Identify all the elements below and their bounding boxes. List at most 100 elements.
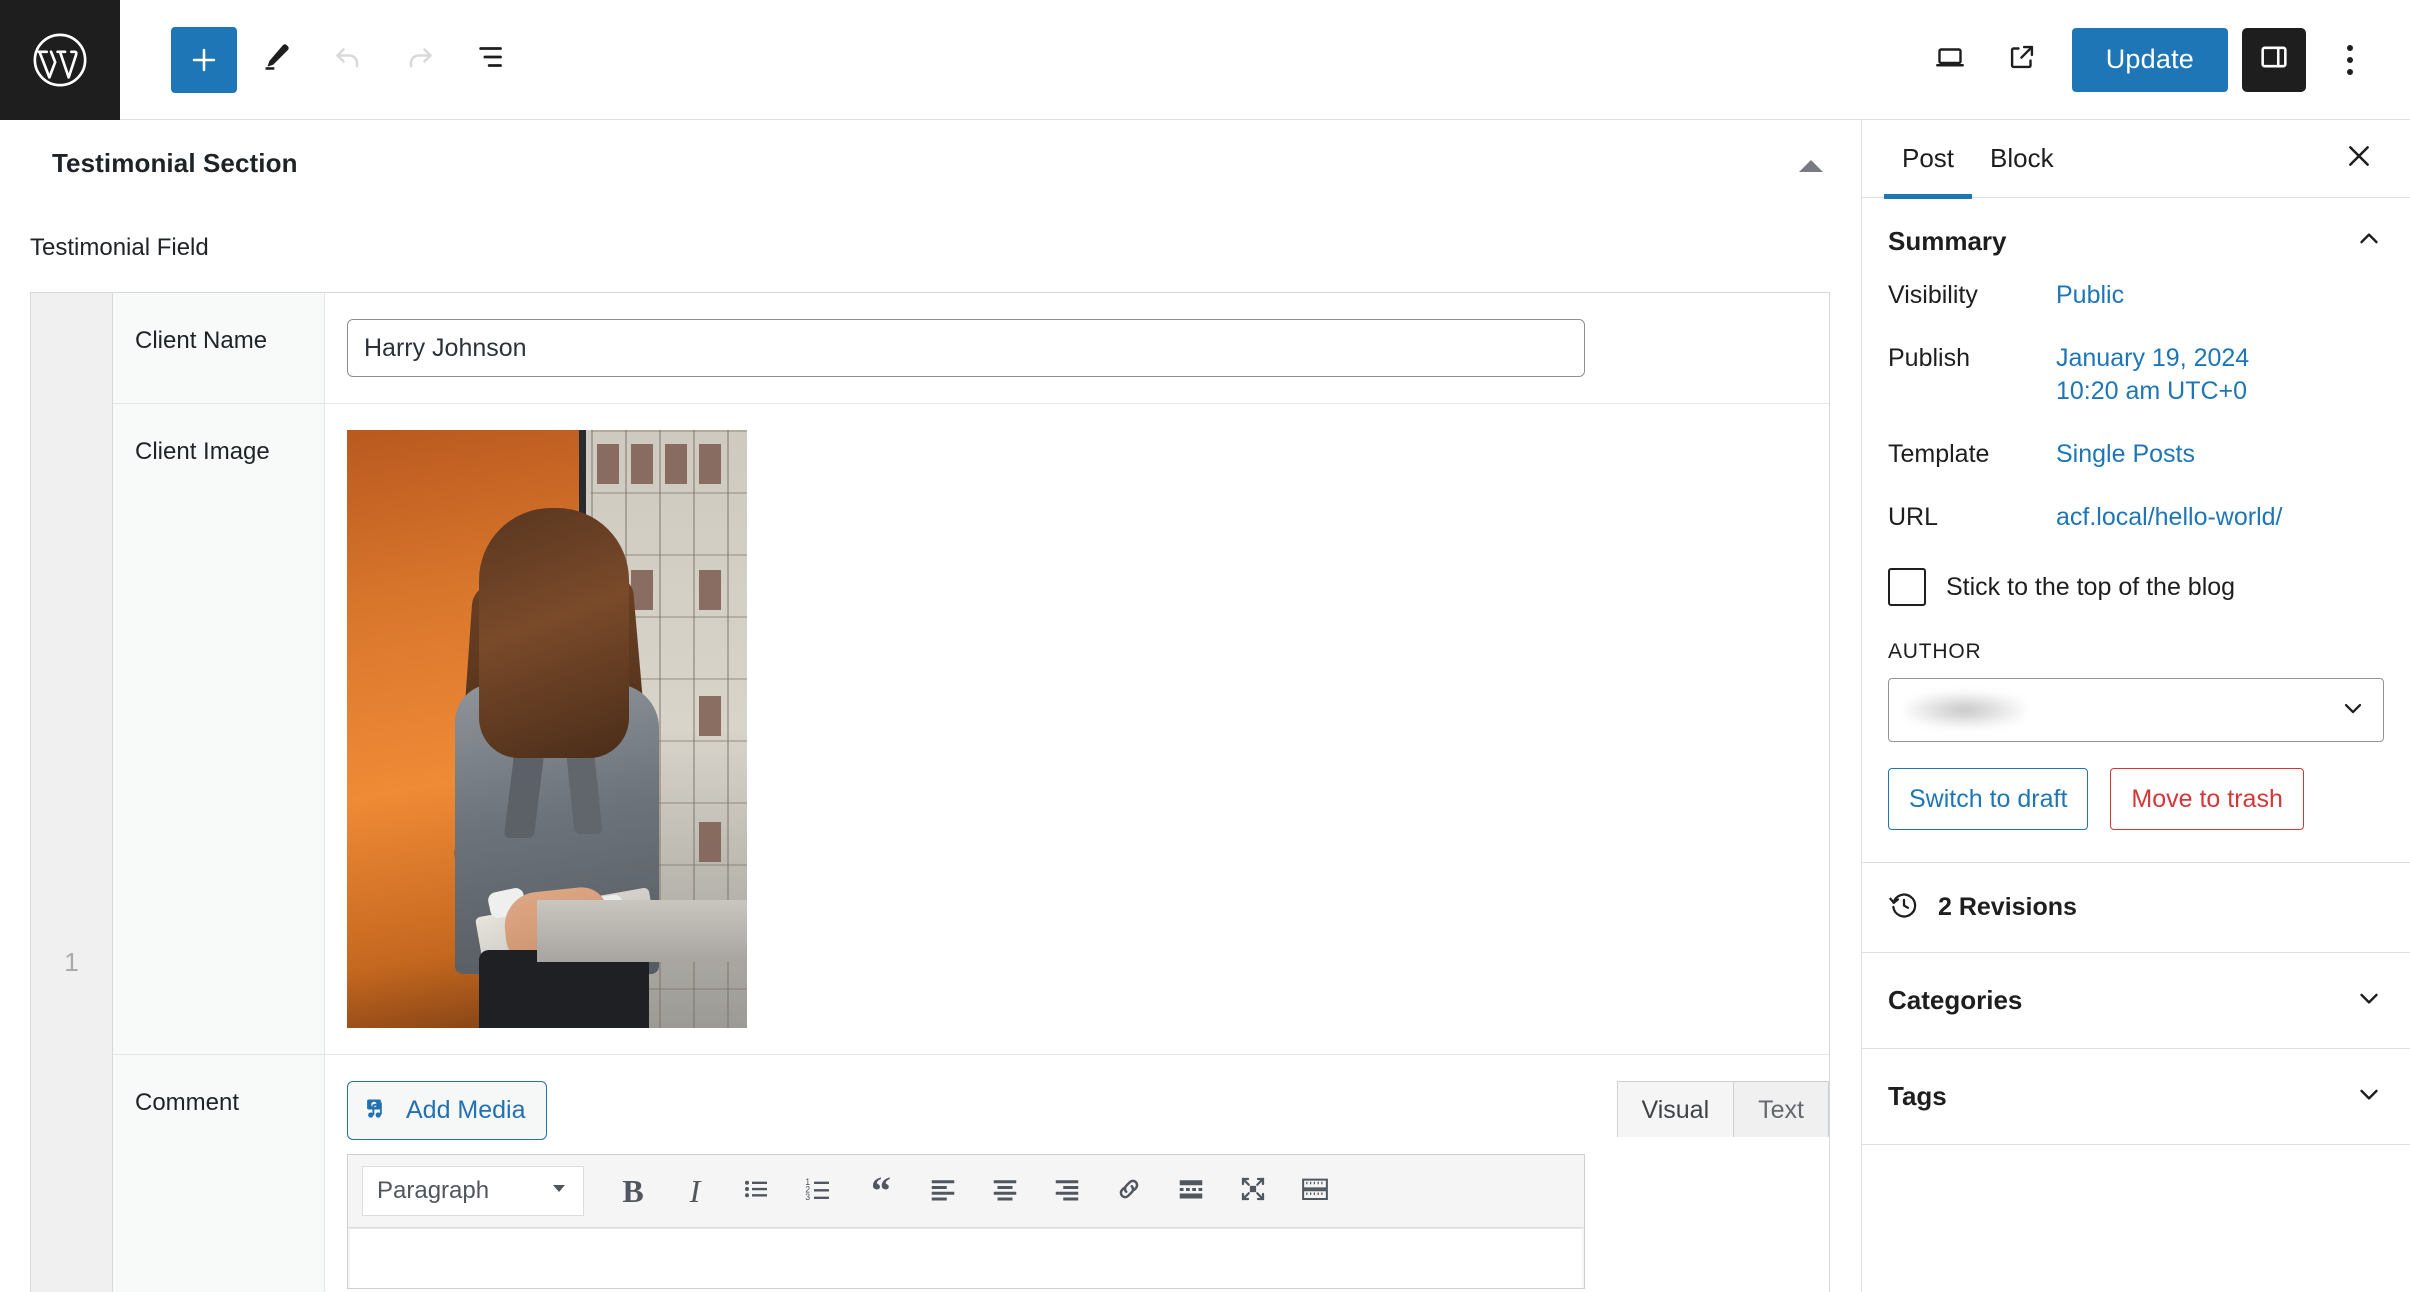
summary-rows: Visibility Public Publish January 19, 20… — [1862, 279, 2410, 534]
editor-mode-tabs: Visual Text — [1616, 1081, 1829, 1137]
sticky-post-row: Stick to the top of the blog — [1862, 564, 2410, 606]
editor-canvas: Testimonial Section Testimonial Field 1 … — [0, 120, 1861, 1292]
settings-sidebar-icon — [2257, 40, 2291, 79]
format-select-value: Paragraph — [377, 1177, 490, 1204]
redo-button[interactable] — [384, 24, 456, 96]
more-options-button[interactable] — [2320, 24, 2380, 96]
add-media-label: Add Media — [406, 1096, 526, 1124]
italic-button[interactable]: I — [664, 1165, 726, 1217]
revisions-row[interactable]: 2 Revisions — [1862, 862, 2410, 953]
bold-icon: B — [622, 1172, 644, 1209]
undo-button[interactable] — [312, 24, 384, 96]
summary-row-template: Template Single Posts — [1888, 438, 2384, 471]
toolbar-left-group — [168, 24, 528, 96]
tools-edit-button[interactable] — [240, 24, 312, 96]
move-to-trash-button[interactable]: Move to trash — [2110, 768, 2304, 830]
update-button[interactable]: Update — [2071, 27, 2228, 92]
author-select[interactable] — [1888, 678, 2384, 742]
add-media-button[interactable]: Add Media — [347, 1081, 547, 1140]
summary-row-publish: Publish January 19, 2024 10:20 am UTC+0 — [1888, 342, 2384, 408]
visibility-value[interactable]: Public — [2056, 279, 2124, 312]
url-value[interactable]: acf.local/hello-world/ — [2056, 501, 2283, 534]
field-label-comment: Comment — [113, 1055, 325, 1292]
insert-link-icon — [1114, 1174, 1144, 1209]
align-center-icon — [990, 1174, 1020, 1209]
table-row: Client Image — [113, 404, 1829, 1055]
wordpress-logo-button[interactable] — [0, 0, 120, 120]
redo-arrow-icon — [402, 39, 438, 80]
tab-block[interactable]: Block — [1972, 120, 2072, 198]
wordpress-logo-icon — [31, 31, 89, 89]
tinymce-toolbar: Paragraph B I 1 2 3 “ — [348, 1155, 1584, 1228]
list-view-button[interactable] — [456, 24, 528, 96]
plus-icon — [171, 26, 237, 93]
view-post-button[interactable] — [1986, 24, 2058, 96]
tab-visual[interactable]: Visual — [1616, 1081, 1735, 1137]
summary-title: Summary — [1888, 226, 2007, 256]
numbered-list-icon: 1 2 3 — [804, 1174, 834, 1209]
editor-top-toolbar: Update — [0, 0, 2410, 120]
read-more-button[interactable] — [1160, 1165, 1222, 1217]
meta-box-title: Testimonial Section — [52, 147, 298, 178]
chevron-down-icon — [2354, 983, 2384, 1018]
align-left-icon — [928, 1174, 958, 1209]
settings-sidebar-toggle[interactable] — [2242, 27, 2306, 92]
revision-clock-icon — [1888, 889, 1920, 926]
visibility-label: Visibility — [1888, 281, 1978, 309]
template-value[interactable]: Single Posts — [2056, 438, 2195, 471]
format-select[interactable]: Paragraph — [362, 1166, 584, 1216]
insert-link-button[interactable] — [1098, 1165, 1160, 1217]
bullet-list-icon — [742, 1174, 772, 1209]
field-label-client-name: Client Name — [113, 293, 325, 403]
open-external-link-icon — [2005, 40, 2039, 79]
numbered-list-button[interactable]: 1 2 3 — [788, 1165, 850, 1217]
align-center-button[interactable] — [974, 1165, 1036, 1217]
tab-post[interactable]: Post — [1884, 120, 1973, 199]
fullscreen-icon — [1238, 1174, 1268, 1209]
repeater-row-order: 1 — [31, 293, 113, 1292]
chevron-up-icon — [2354, 224, 2384, 259]
align-left-button[interactable] — [912, 1165, 974, 1217]
toolbar-toggle-button[interactable] — [1284, 1165, 1346, 1217]
revisions-label: 2 Revisions — [1938, 893, 2077, 921]
tags-panel[interactable]: Tags — [1862, 1049, 2410, 1145]
toolbar-toggle-icon — [1300, 1174, 1330, 1209]
field-value-client-name — [325, 293, 1829, 403]
bullet-list-button[interactable] — [726, 1165, 788, 1217]
add-media-icon — [364, 1092, 394, 1129]
switch-to-draft-button[interactable]: Switch to draft — [1888, 768, 2089, 830]
categories-panel[interactable]: Categories — [1862, 953, 2410, 1049]
window-sill — [537, 900, 747, 962]
sidebar-tabs: Post Block — [1862, 120, 2410, 199]
comment-editor-body[interactable] — [350, 1228, 1582, 1288]
client-image-preview[interactable] — [347, 430, 747, 1028]
chevron-down-icon — [2354, 1079, 2384, 1114]
bold-button[interactable]: B — [602, 1165, 664, 1217]
collapse-triangle-icon[interactable] — [1799, 160, 1823, 172]
chevron-down-icon — [2339, 694, 2367, 727]
publish-value[interactable]: January 19, 2024 10:20 am UTC+0 — [2056, 342, 2316, 408]
desktop-preview-icon — [1932, 39, 1968, 80]
undo-arrow-icon — [330, 39, 366, 80]
author-value-redacted — [1905, 692, 2025, 728]
preview-device-button[interactable] — [1914, 24, 1986, 96]
post-actions: Switch to draft Move to trash — [1862, 742, 2410, 830]
field-label-client-image: Client Image — [113, 404, 325, 1054]
client-name-input[interactable] — [347, 319, 1585, 377]
url-label: URL — [1888, 503, 1939, 531]
fullscreen-button[interactable] — [1222, 1165, 1284, 1217]
tab-text[interactable]: Text — [1733, 1081, 1829, 1137]
sticky-post-checkbox[interactable] — [1888, 568, 1926, 606]
svg-text:3: 3 — [805, 1191, 810, 1201]
field-value-client-image — [325, 404, 1829, 1054]
close-sidebar-button[interactable] — [2332, 132, 2386, 186]
meta-box-header[interactable]: Testimonial Section — [0, 120, 1861, 206]
summary-section-header[interactable]: Summary — [1862, 198, 2410, 279]
blockquote-button[interactable]: “ — [850, 1165, 912, 1217]
align-right-button[interactable] — [1036, 1165, 1098, 1217]
sticky-post-label: Stick to the top of the blog — [1946, 572, 2236, 601]
template-label: Template — [1888, 440, 1990, 468]
tags-label: Tags — [1888, 1081, 1947, 1111]
add-block-button[interactable] — [168, 24, 240, 96]
summary-row-visibility: Visibility Public — [1888, 279, 2384, 312]
